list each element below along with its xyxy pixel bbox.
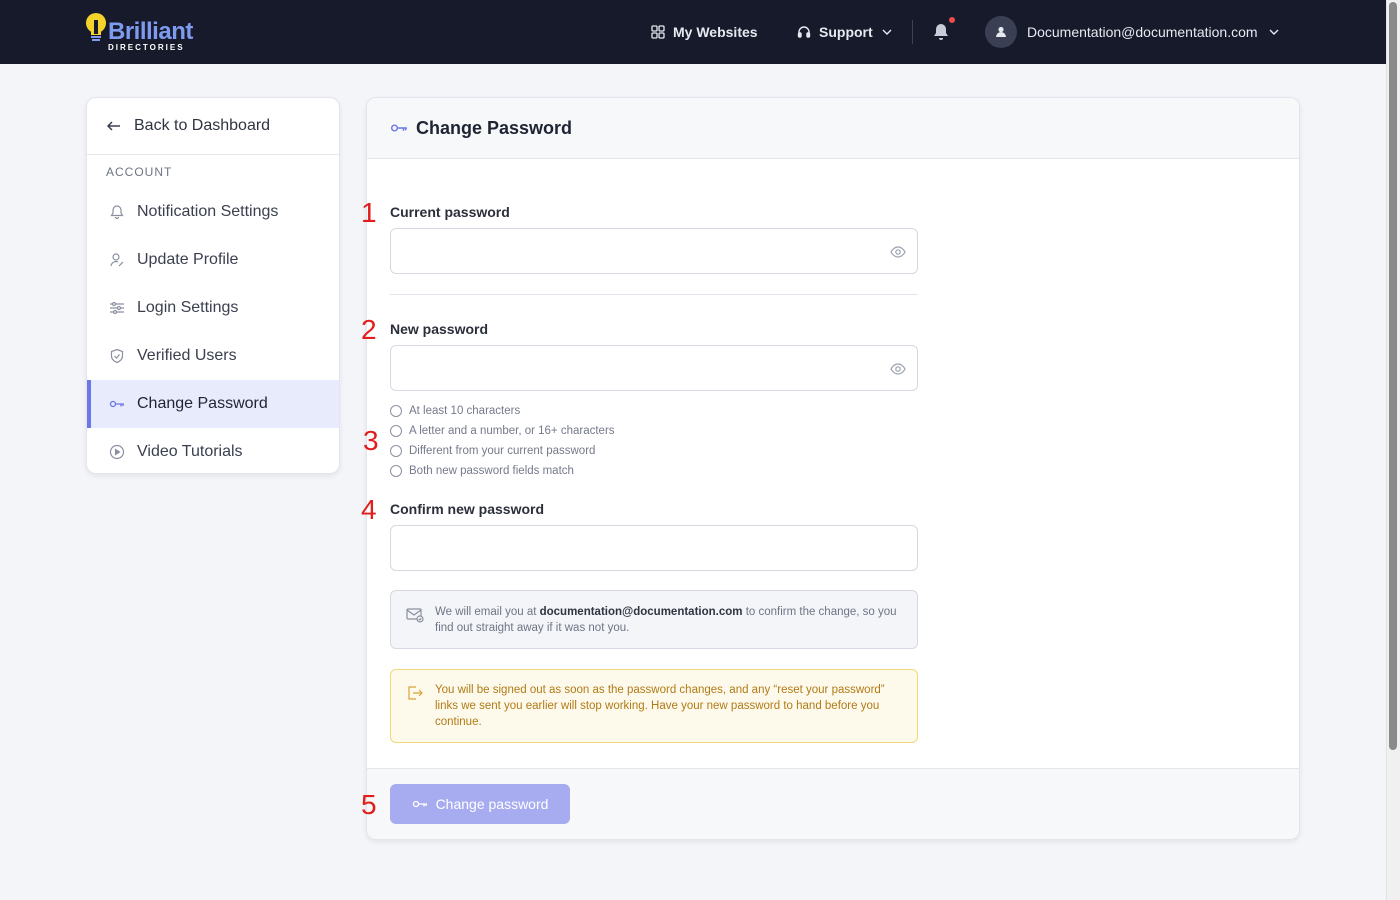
change-password-button[interactable]: Change password xyxy=(390,784,570,824)
notification-dot xyxy=(949,17,955,23)
step-number-4: 4 xyxy=(361,494,377,525)
user-menu-dropdown[interactable]: Documentation@documentation.com xyxy=(985,16,1280,48)
email-notice-text: We will email you at documentation@docum… xyxy=(435,604,905,636)
nav-support-dropdown[interactable]: Support xyxy=(797,22,893,42)
back-to-dashboard-link[interactable]: Back to Dashboard xyxy=(87,98,339,155)
bell-icon xyxy=(110,205,124,220)
change-password-button-label: Change password xyxy=(435,796,549,812)
current-password-label: Current password xyxy=(390,204,510,220)
sidebar-item-login-settings[interactable]: Login Settings xyxy=(87,284,339,332)
eye-icon[interactable] xyxy=(890,244,906,260)
page-scrollbar[interactable] xyxy=(1386,0,1400,900)
chevron-down-icon xyxy=(1269,29,1279,35)
sign-out-warning-box: You will be signed out as soon as the pa… xyxy=(390,669,918,743)
card-header: Change Password xyxy=(367,98,1299,159)
step-number-1: 1 xyxy=(361,197,377,228)
sidebar-item-label: Login Settings xyxy=(137,299,239,316)
notifications-bell-icon[interactable] xyxy=(931,22,951,42)
arrow-left-icon xyxy=(106,121,120,131)
nav-support-label: Support xyxy=(819,24,873,40)
current-password-input[interactable] xyxy=(390,228,918,274)
confirm-password-label: Confirm new password xyxy=(390,501,545,517)
user-email: Documentation@documentation.com xyxy=(1027,24,1258,40)
avatar xyxy=(985,16,1017,48)
divider xyxy=(390,294,918,295)
brand-logo[interactable]: Brilliant DIRECTORIES xyxy=(84,12,194,54)
sidebar-item-verified-users[interactable]: Verified Users xyxy=(87,332,339,380)
step-number-2: 2 xyxy=(361,314,377,345)
eye-icon[interactable] xyxy=(890,361,906,377)
lightbulb-logo-icon xyxy=(86,13,106,41)
user-icon xyxy=(996,26,1006,37)
new-password-input[interactable] xyxy=(390,345,918,391)
top-navbar: Brilliant DIRECTORIES My Websites Suppor… xyxy=(0,0,1386,64)
requirement-text: At least 10 characters xyxy=(409,405,521,417)
requirement-item: Different from your current password xyxy=(390,443,595,459)
requirement-item: A letter and a number, or 16+ characters xyxy=(390,423,615,439)
headset-icon xyxy=(797,26,811,38)
sidebar-item-notification-settings[interactable]: Notification Settings xyxy=(87,188,339,236)
sidebar-item-label: Video Tutorials xyxy=(137,443,243,460)
nav-my-websites-label: My Websites xyxy=(673,24,758,40)
sign-out-warning-text: You will be signed out as soon as the pa… xyxy=(435,684,885,728)
requirement-item: At least 10 characters xyxy=(390,403,520,419)
account-sidebar: Back to Dashboard ACCOUNT Notification S… xyxy=(86,97,340,474)
key-icon xyxy=(412,800,427,808)
sidebar-item-change-password[interactable]: Change Password xyxy=(87,380,339,428)
requirement-indicator xyxy=(390,465,402,477)
email-notice-box: We will email you at documentation@docum… xyxy=(390,590,918,649)
requirement-item: Both new password fields match xyxy=(390,463,574,479)
requirement-indicator xyxy=(390,425,402,437)
requirement-text: Both new password fields match xyxy=(409,465,574,477)
step-number-3: 3 xyxy=(363,425,379,456)
sidebar-item-label: Update Profile xyxy=(137,251,239,268)
email-notice-prefix: We will email you at xyxy=(435,606,540,618)
scrollbar-thumb[interactable] xyxy=(1389,2,1397,750)
requirement-text: Different from your current password xyxy=(409,445,596,457)
sidebar-item-label: Verified Users xyxy=(137,347,237,364)
sliders-icon xyxy=(110,301,124,315)
requirement-indicator xyxy=(390,405,402,417)
requirement-text: A letter and a number, or 16+ characters xyxy=(409,425,615,437)
sidebar-item-label: Change Password xyxy=(137,395,268,412)
page-title: Change Password xyxy=(416,117,573,138)
nav-my-websites[interactable]: My Websites xyxy=(651,22,758,42)
nav-divider xyxy=(912,20,913,44)
chevron-down-icon xyxy=(882,29,892,35)
new-password-label: New password xyxy=(390,321,489,337)
sidebar-item-video-tutorials[interactable]: Video Tutorials xyxy=(87,428,339,473)
sidebar-item-update-profile[interactable]: Update Profile xyxy=(87,236,339,284)
key-icon xyxy=(109,400,124,408)
logo-sub-text: DIRECTORIES xyxy=(108,43,185,52)
logo-brand-text: Brilliant xyxy=(108,18,193,45)
mail-check-icon xyxy=(406,608,424,623)
section-label-account: ACCOUNT xyxy=(106,165,173,179)
confirm-password-input[interactable] xyxy=(390,525,918,571)
sign-out-icon xyxy=(408,686,423,700)
grid-icon xyxy=(651,25,665,39)
shield-check-icon xyxy=(110,348,124,364)
user-edit-icon xyxy=(110,253,124,267)
step-number-5: 5 xyxy=(361,789,377,820)
requirement-indicator xyxy=(390,445,402,457)
key-icon xyxy=(390,124,407,132)
play-circle-icon xyxy=(109,444,125,460)
sidebar-item-label: Notification Settings xyxy=(137,203,279,220)
email-notice-address: documentation@documentation.com xyxy=(539,606,743,618)
back-label: Back to Dashboard xyxy=(134,117,271,134)
